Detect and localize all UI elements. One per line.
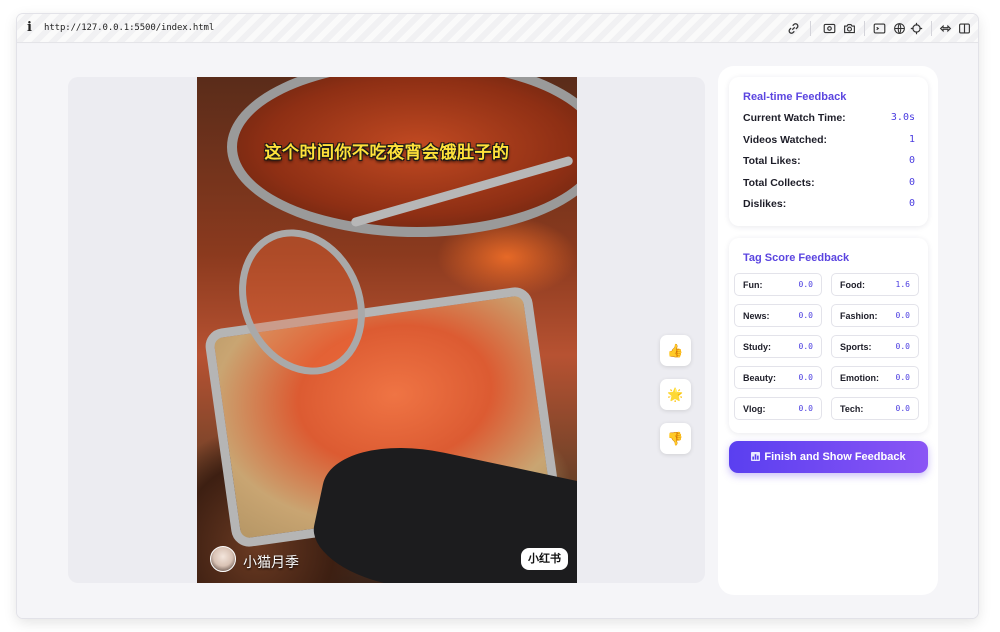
video-player[interactable]: 这个时间你不吃夜宵会饿肚子的 小猫月季 小红书 xyxy=(197,77,577,583)
tag-score-title: Tag Score Feedback xyxy=(743,252,850,264)
stat-dislikes: Dislikes: 0 xyxy=(743,198,915,210)
sidebar-icon[interactable] xyxy=(958,22,971,35)
tag-score-card: Tag Score Feedback Fun: 0.0 Food: 1.6 Ne… xyxy=(729,238,928,433)
stat-watch-time: Current Watch Time: 3.0s xyxy=(743,112,915,124)
video-panel: 这个时间你不吃夜宵会饿肚子的 小猫月季 小红书 👍 🌟 👎 xyxy=(68,77,705,583)
screenshot-icon[interactable] xyxy=(823,22,836,35)
realtime-feedback-title: Real-time Feedback xyxy=(743,91,847,103)
tag-score-tech: Tech: 0.0 xyxy=(831,397,919,420)
browser-window: i http://127.0.0.1:5500/index.html 这个时间你… xyxy=(17,14,978,618)
bar-chart-icon xyxy=(751,452,761,461)
page-viewport: 这个时间你不吃夜宵会饿肚子的 小猫月季 小红书 👍 🌟 👎 Real-time … xyxy=(17,44,978,618)
collect-button[interactable]: 🌟 xyxy=(660,379,691,410)
tag-score-sports: Sports: 0.0 xyxy=(831,335,919,358)
terminal-icon[interactable] xyxy=(873,22,886,35)
tag-score-study: Study: 0.0 xyxy=(734,335,822,358)
tag-score-vlog: Vlog: 0.0 xyxy=(734,397,822,420)
tag-score-emotion: Emotion: 0.0 xyxy=(831,366,919,389)
stat-total-likes: Total Likes: 0 xyxy=(743,155,915,167)
tag-score-fashion: Fashion: 0.0 xyxy=(831,304,919,327)
tag-score-fun: Fun: 0.0 xyxy=(734,273,822,296)
stat-total-collects: Total Collects: 0 xyxy=(743,177,915,189)
crosshair-icon[interactable] xyxy=(910,22,923,35)
extension-icon[interactable] xyxy=(939,22,952,35)
thumbs-down-icon: 👎 xyxy=(667,430,684,446)
finish-feedback-label: Finish and Show Feedback xyxy=(764,451,906,463)
address-bar-url[interactable]: http://127.0.0.1:5500/index.html xyxy=(44,23,214,33)
camera-icon[interactable] xyxy=(843,22,856,35)
feedback-sidebar: Real-time Feedback Current Watch Time: 3… xyxy=(718,66,938,595)
thumbs-up-icon: 👍 xyxy=(667,342,684,358)
platform-watermark: 小红书 xyxy=(521,548,568,570)
like-button[interactable]: 👍 xyxy=(660,335,691,366)
tag-score-beauty: Beauty: 0.0 xyxy=(734,366,822,389)
link-icon[interactable] xyxy=(787,22,800,35)
browser-toolbar: i http://127.0.0.1:5500/index.html xyxy=(17,14,978,43)
finish-feedback-button[interactable]: Finish and Show Feedback xyxy=(729,441,928,473)
dislike-button[interactable]: 👎 xyxy=(660,423,691,454)
stat-videos-watched: Videos Watched: 1 xyxy=(743,134,915,146)
tag-score-news: News: 0.0 xyxy=(734,304,822,327)
info-icon[interactable]: i xyxy=(27,20,32,35)
globe-icon[interactable] xyxy=(893,22,906,35)
author-name[interactable]: 小猫月季 xyxy=(243,552,299,572)
author-avatar[interactable] xyxy=(210,546,236,572)
realtime-feedback-card: Real-time Feedback Current Watch Time: 3… xyxy=(729,77,928,226)
video-caption: 这个时间你不吃夜宵会饿肚子的 xyxy=(264,143,510,163)
tag-score-food: Food: 1.6 xyxy=(831,273,919,296)
star-icon: 🌟 xyxy=(667,386,684,402)
